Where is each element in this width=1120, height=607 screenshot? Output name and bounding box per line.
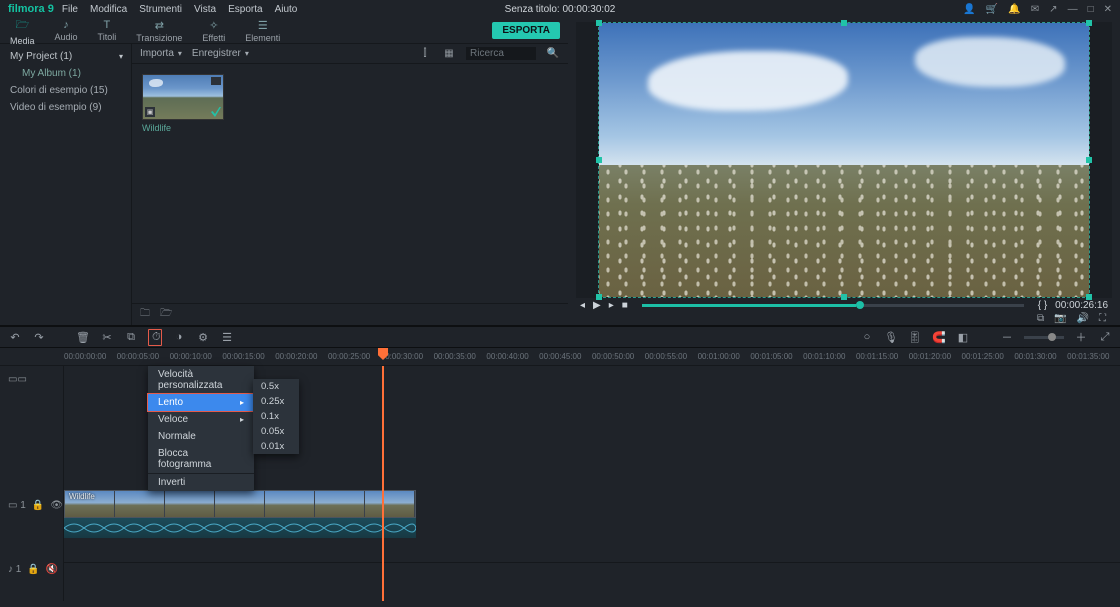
- preview-scrubber[interactable]: [642, 304, 1024, 307]
- project-title: Senza titolo: 00:00:30:02: [505, 4, 616, 15]
- speed-0-05x[interactable]: 0.05x: [253, 424, 299, 439]
- music-track-label: ♪ 1: [8, 564, 21, 575]
- preview-canvas[interactable]: [576, 22, 1112, 298]
- search-input[interactable]: Ricerca: [466, 47, 536, 60]
- lock-icon[interactable]: 🔒: [32, 500, 44, 511]
- speed-0-5x[interactable]: 0.5x: [253, 379, 299, 394]
- stop-icon[interactable]: ■: [622, 300, 628, 311]
- share-icon[interactable]: ↗: [1049, 4, 1057, 15]
- fullscreen-icon[interactable]: ⛶: [1099, 313, 1106, 325]
- cart-icon[interactable]: 🛒: [986, 4, 998, 15]
- greenscreen-icon[interactable]: ☰: [220, 331, 234, 344]
- eye-icon[interactable]: 👁: [50, 500, 63, 511]
- mute-icon[interactable]: 🔇: [46, 564, 58, 575]
- zoom-out-icon[interactable]: －: [1000, 329, 1014, 345]
- bell-icon[interactable]: 🔔: [1008, 4, 1020, 15]
- speed-slow[interactable]: Lento▸: [147, 393, 255, 412]
- clip-name: Wildlife: [142, 123, 224, 133]
- speed-0-01x[interactable]: 0.01x: [253, 439, 299, 454]
- speed-custom[interactable]: Velocità personalizzata: [148, 366, 254, 394]
- maximize-icon[interactable]: □: [1088, 4, 1094, 15]
- close-icon[interactable]: ✕: [1104, 4, 1112, 15]
- volume-icon[interactable]: 🔊: [1077, 313, 1089, 325]
- speed-0-25x[interactable]: 0.25x: [253, 394, 299, 409]
- menu-edit[interactable]: Modifica: [90, 4, 127, 15]
- save-dropdown[interactable]: Enregistrer▾: [192, 48, 249, 59]
- camera-icon[interactable]: 📷: [1054, 313, 1066, 325]
- undo-icon[interactable]: ↶: [8, 331, 22, 344]
- redo-icon[interactable]: ↷: [32, 331, 46, 344]
- music-track[interactable]: [64, 562, 1120, 582]
- play-icon[interactable]: ▶: [593, 300, 601, 311]
- tab-transitions[interactable]: ⇄Transizione: [136, 19, 182, 43]
- video-frame[interactable]: [598, 22, 1090, 298]
- next-frame-icon[interactable]: ▸: [609, 300, 614, 311]
- menu-help[interactable]: Aiuto: [275, 4, 298, 15]
- grid-view-icon[interactable]: ▦: [442, 48, 456, 59]
- tab-media[interactable]: 🗁Media: [10, 16, 35, 46]
- sidebar-item-videos[interactable]: Video di esempio (9): [0, 99, 131, 116]
- zoom-in-icon[interactable]: ＋: [1074, 329, 1088, 345]
- search-icon[interactable]: 🔍: [546, 48, 560, 59]
- export-button[interactable]: ESPORTA: [492, 22, 560, 39]
- record-icon[interactable]: ○: [860, 331, 874, 343]
- speed-button[interactable]: ⏱: [148, 329, 162, 346]
- audio-clip[interactable]: [64, 518, 416, 538]
- speed-freeze[interactable]: Blocca fotogramma: [148, 445, 254, 473]
- mixer-icon[interactable]: 🎚: [908, 331, 922, 344]
- import-dropdown[interactable]: Importa▾: [140, 48, 182, 59]
- sidebar-item-project[interactable]: My Project (1)▾: [0, 48, 131, 65]
- menu-export[interactable]: Esporta: [228, 4, 262, 15]
- minimize-icon[interactable]: —: [1068, 4, 1078, 15]
- crop-icon[interactable]: ⧉: [124, 331, 138, 344]
- menu-view[interactable]: Vista: [194, 4, 216, 15]
- new-folder-icon[interactable]: 🗀: [140, 306, 150, 323]
- account-icon[interactable]: 👤: [963, 4, 975, 15]
- manage-tracks-icon[interactable]: ▭▭: [8, 374, 27, 385]
- title-bar: filmora 9 File Modifica Strumenti Vista …: [0, 0, 1120, 18]
- main-menu: File Modifica Strumenti Vista Esporta Ai…: [62, 4, 298, 15]
- tab-effects[interactable]: ✧Effetti: [202, 19, 225, 43]
- speed-fast[interactable]: Veloce▸: [148, 411, 254, 428]
- speed-normal[interactable]: Normale: [148, 428, 254, 445]
- marker-icon[interactable]: ◧: [956, 331, 970, 344]
- playhead-line[interactable]: [382, 366, 384, 601]
- folder-icon[interactable]: 🗁: [160, 306, 172, 323]
- preview-timecode: 00:00:26:16: [1055, 300, 1108, 311]
- module-tabs: 🗁Media ♪Audio TTitoli ⇄Transizione ✧Effe…: [0, 18, 568, 44]
- menu-tools[interactable]: Strumenti: [139, 4, 182, 15]
- speed-0-1x[interactable]: 0.1x: [253, 409, 299, 424]
- delete-icon[interactable]: 🗑: [76, 331, 90, 344]
- menu-file[interactable]: File: [62, 4, 78, 15]
- lock-music-icon[interactable]: 🔒: [27, 564, 39, 575]
- loop-icon[interactable]: { }: [1038, 300, 1047, 311]
- tab-elements[interactable]: ☰Elementi: [245, 19, 280, 43]
- media-clip[interactable]: ▣ Wildlife: [142, 74, 224, 133]
- zoom-slider[interactable]: [1024, 336, 1064, 339]
- settings-icon[interactable]: ⚙: [196, 331, 210, 344]
- sidebar-item-colors[interactable]: Colori di esempio (15): [0, 82, 131, 99]
- video-clip[interactable]: Wildlife: [64, 490, 416, 518]
- timeline-ruler[interactable]: 00:00:00:0000:00:05:0000:00:10:0000:00:1…: [0, 348, 1120, 366]
- snapshot-icon[interactable]: ⧉: [1037, 313, 1044, 325]
- speed-slow-submenu: 0.5x 0.25x 0.1x 0.05x 0.01x: [253, 379, 299, 454]
- video-track-label: ▭ 1: [8, 500, 26, 511]
- tab-titles[interactable]: TTitoli: [98, 19, 117, 42]
- split-icon[interactable]: ✂: [100, 331, 114, 344]
- prev-frame-icon[interactable]: ◂: [580, 300, 585, 311]
- app-logo: filmora 9: [8, 3, 54, 15]
- zoom-fit-icon[interactable]: ⤢: [1098, 331, 1112, 344]
- speed-reverse[interactable]: Inverti: [148, 473, 254, 491]
- tab-audio[interactable]: ♪Audio: [55, 19, 78, 42]
- snap-icon[interactable]: 🧲: [932, 331, 946, 344]
- voiceover-icon[interactable]: 🎙: [884, 331, 898, 344]
- color-icon[interactable]: ◑: [172, 331, 186, 343]
- filter-icon[interactable]: ⫿: [418, 48, 432, 59]
- sidebar-item-album[interactable]: My Album (1): [0, 65, 131, 82]
- mail-icon[interactable]: ✉: [1031, 4, 1039, 15]
- speed-menu: Velocità personalizzata Lento▸ Veloce▸ N…: [148, 366, 254, 491]
- project-sidebar: My Project (1)▾ My Album (1) Colori di e…: [0, 44, 132, 325]
